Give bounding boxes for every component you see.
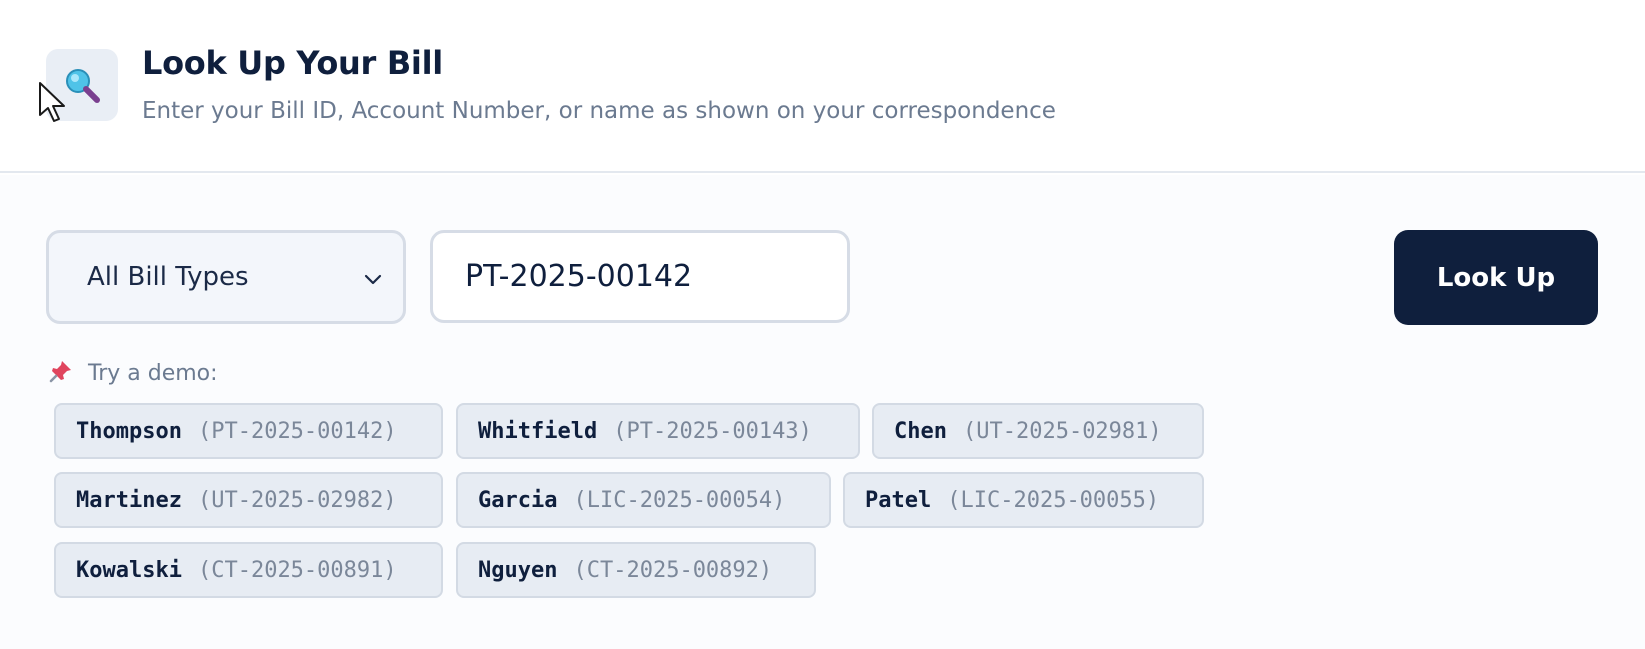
bill-type-selected-value: All Bill Types — [87, 262, 249, 292]
demo-chip-kowalski[interactable]: Kowalski (CT-2025-00891) — [54, 542, 443, 598]
demo-chip-name: Whitfield — [478, 418, 598, 444]
demo-chip-name: Garcia — [478, 487, 558, 513]
demo-chip-patel[interactable]: Patel (LIC-2025-00055) — [843, 472, 1204, 528]
demo-label: Try a demo: — [88, 360, 218, 386]
demo-chip-nguyen[interactable]: Nguyen (CT-2025-00892) — [456, 542, 816, 598]
look-up-button[interactable]: Look Up — [1394, 230, 1598, 325]
demo-chip-chen[interactable]: Chen (UT-2025-02981) — [872, 403, 1204, 459]
demo-chip-id: (PT-2025-00143) — [613, 418, 812, 444]
demo-chip-id: (PT-2025-00142) — [197, 418, 397, 444]
demo-chip-name: Chen — [894, 418, 947, 444]
demo-chip-name: Patel — [865, 487, 932, 513]
page-title: Look Up Your Bill — [142, 44, 443, 82]
bill-lookup-card: Look Up Your Bill Enter your Bill ID, Ac… — [0, 0, 1645, 649]
header: Look Up Your Bill Enter your Bill ID, Ac… — [0, 0, 1645, 173]
demo-chip-name: Kowalski — [76, 557, 182, 583]
pushpin-icon — [48, 358, 74, 388]
demo-chip-id: (CT-2025-00891) — [197, 557, 397, 583]
demo-chip-whitfield[interactable]: Whitfield (PT-2025-00143) — [456, 403, 860, 459]
demo-chip-id: (UT-2025-02981) — [962, 418, 1162, 444]
bill-search-input[interactable] — [430, 230, 850, 323]
page-subtitle: Enter your Bill ID, Account Number, or n… — [142, 98, 1056, 124]
demo-chip-name: Nguyen — [478, 557, 558, 583]
demo-chip-thompson[interactable]: Thompson (PT-2025-00142) — [54, 403, 443, 459]
magnifier-icon — [46, 49, 118, 121]
demo-chip-id: (CT-2025-00892) — [573, 557, 773, 583]
demo-chip-id: (LIC-2025-00054) — [573, 487, 786, 513]
demo-chip-martinez[interactable]: Martinez (UT-2025-02982) — [54, 472, 443, 528]
demo-chip-name: Thompson — [76, 418, 182, 444]
chevron-down-icon — [364, 274, 382, 285]
demo-chip-garcia[interactable]: Garcia (LIC-2025-00054) — [456, 472, 831, 528]
demo-chip-name: Martinez — [76, 487, 182, 513]
demo-label-row: Try a demo: — [48, 358, 218, 388]
demo-chip-id: (LIC-2025-00055) — [947, 487, 1160, 513]
demo-chip-id: (UT-2025-02982) — [197, 487, 397, 513]
bill-type-select[interactable]: All Bill Types — [46, 230, 406, 324]
